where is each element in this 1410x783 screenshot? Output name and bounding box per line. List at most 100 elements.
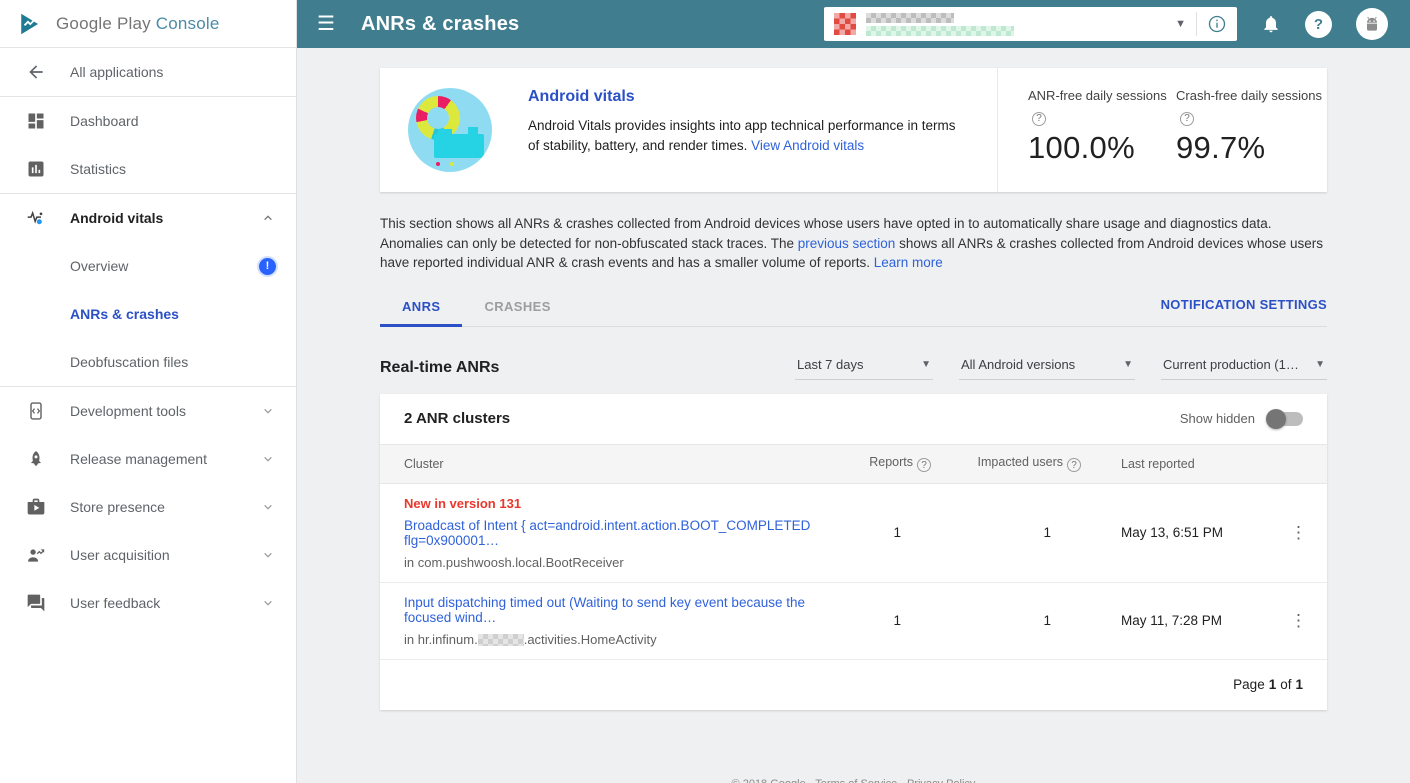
vitals-title: Android vitals [528, 88, 635, 105]
vitals-illustration-wrap [380, 68, 520, 192]
android-version-filter[interactable]: All Android versions ▼ [959, 353, 1135, 380]
impacted-users-count: 1 [1043, 613, 1051, 628]
stat-label: Crash-free daily sessions? [1176, 88, 1322, 126]
tabs-bar: ANRS CRASHES NOTIFICATION SETTINGS [380, 289, 1327, 327]
help-circle-icon[interactable]: ? [1032, 111, 1046, 126]
cluster-title-link[interactable]: Broadcast of Intent { act=android.intent… [404, 518, 815, 548]
sidebar-item-all-applications[interactable]: All applications [0, 48, 296, 96]
sidebar-item-label: All applications [70, 64, 164, 80]
topbar: ☰ ANRs & crashes ▼ ? [297, 0, 1410, 48]
app-selector-dropdown[interactable]: ▼ [824, 7, 1237, 41]
tab-crashes[interactable]: CRASHES [462, 299, 572, 326]
sidebar-item-android-vitals[interactable]: Android vitals [0, 194, 296, 242]
show-hidden-control: Show hidden [1179, 408, 1303, 429]
tab-anrs[interactable]: ANRS [380, 299, 463, 327]
row-overflow-menu-icon[interactable]: ⋮ [1271, 611, 1327, 631]
view-android-vitals-link[interactable]: View Android vitals [751, 138, 864, 153]
new-alert-badge-icon: ! [259, 257, 276, 275]
statistics-icon [28, 161, 44, 177]
help-circle-icon[interactable]: ? [1180, 111, 1194, 126]
info-icon[interactable] [1207, 14, 1227, 34]
show-hidden-toggle[interactable] [1266, 408, 1303, 429]
play-logo-icon [21, 13, 39, 34]
topbar-right-group: ▼ ? [824, 7, 1388, 41]
sidebar-item-release-management[interactable]: Release management [0, 435, 296, 483]
bell-icon [1264, 16, 1278, 33]
sidebar-item-label: User acquisition [70, 547, 170, 563]
cluster-cell: New in version 131 Broadcast of Intent {… [380, 496, 831, 570]
decorative-dot [450, 162, 454, 166]
sidebar-subitem-anrs-crashes[interactable]: ANRs & crashes [0, 290, 296, 338]
help-circle-icon[interactable]: ? [1067, 458, 1081, 473]
brand-text: Google Play Console [56, 13, 220, 33]
rocket-icon [31, 451, 41, 467]
bar-chart-graphic [434, 127, 484, 158]
avatar-circle [1356, 8, 1388, 40]
new-in-version-badge: New in version 131 [404, 495, 522, 511]
sidebar-item-user-feedback[interactable]: User feedback [0, 579, 296, 627]
last-reported-date: May 13, 6:51 PM [1121, 525, 1224, 540]
sidebar-subitem-deobfuscation-files[interactable]: Deobfuscation files [0, 338, 296, 386]
column-header-last-reported: Last reported [1121, 456, 1195, 471]
row-overflow-menu-icon[interactable]: ⋮ [1271, 523, 1327, 543]
filter-value: All Android versions [961, 356, 1076, 372]
redacted-text-block [866, 12, 954, 23]
sidebar-item-label: Development tools [70, 403, 186, 419]
cluster-title-link[interactable]: Input dispatching timed out (Waiting to … [404, 595, 815, 625]
learn-more-link[interactable]: Learn more [874, 255, 943, 270]
last-reported-date: May 11, 7:28 PM [1121, 613, 1223, 628]
section-info-paragraph: This section shows all ANRs & crashes co… [380, 214, 1327, 273]
sidebar-item-statistics[interactable]: Statistics [0, 145, 296, 193]
filter-value: Last 7 days [797, 356, 864, 372]
sidebar-item-label: Dashboard [70, 113, 139, 129]
sidebar-item-development-tools[interactable]: Development tools [0, 387, 296, 435]
crash-free-stat: Crash-free daily sessions? 99.7% [1176, 86, 1324, 192]
chevron-down-icon [264, 600, 272, 606]
hamburger-menu-icon[interactable]: ☰ [317, 14, 335, 34]
anr-clusters-panel: 2 ANR clusters Show hidden Cluster Repor… [380, 393, 1327, 710]
sidebar-item-label: Deobfuscation files [70, 354, 189, 370]
panel-header: 2 ANR clusters Show hidden [380, 394, 1327, 444]
page-footer-clipped: © 2018 Google · Terms of Service · Priva… [297, 774, 1410, 783]
page-title: ANRs & crashes [360, 12, 520, 35]
realtime-anrs-heading: Real-time ANRs [380, 358, 500, 376]
notifications-bell-button[interactable] [1261, 14, 1281, 34]
dropdown-caret-icon: ▼ [921, 358, 931, 370]
sidebar: Google Play Console All applications Das… [0, 0, 297, 783]
pagination-label: Page [1233, 677, 1265, 692]
column-header-cluster: Cluster [404, 456, 444, 471]
toggle-knob [1266, 408, 1286, 429]
sidebar-item-store-presence[interactable]: Store presence [0, 483, 296, 531]
stat-label: ANR-free daily sessions? [1028, 88, 1167, 126]
google-play-console-logo[interactable]: Google Play Console [0, 0, 296, 48]
sidebar-item-user-acquisition[interactable]: User acquisition [0, 531, 296, 579]
vitals-illustration [408, 88, 492, 172]
vitals-stats: ANR-free daily sessions? 100.0% Crash-fr… [997, 68, 1327, 192]
content-column: Android vitals Android Vitals provides i… [380, 68, 1327, 710]
stat-value: 99.7% [1176, 129, 1266, 165]
sidebar-item-label: ANRs & crashes [70, 306, 179, 322]
dropdown-caret-icon: ▼ [1123, 358, 1133, 370]
back-arrow-icon [29, 65, 43, 79]
impacted-users-count: 1 [1043, 525, 1051, 540]
show-hidden-label: Show hidden [1179, 411, 1255, 426]
notification-settings-button[interactable]: NOTIFICATION SETTINGS [1161, 297, 1327, 326]
previous-section-link[interactable]: previous section [798, 236, 896, 251]
filters-group: Last 7 days ▼ All Android versions ▼ Cur… [795, 353, 1327, 380]
sidebar-item-dashboard[interactable]: Dashboard [0, 97, 296, 145]
stat-value: 100.0% [1028, 129, 1135, 165]
pagination-of: of [1280, 677, 1292, 692]
app-version-filter[interactable]: Current production (1… ▼ [1161, 353, 1327, 380]
account-avatar[interactable] [1356, 8, 1388, 40]
date-range-filter[interactable]: Last 7 days ▼ [795, 353, 933, 380]
redacted-text-block [866, 25, 1014, 36]
help-button[interactable]: ? [1305, 10, 1332, 38]
decorative-dot [480, 160, 484, 164]
cluster-location: in hr.infinum. .activities.HomeActivity [404, 631, 657, 647]
sidebar-item-label: Overview [70, 258, 129, 274]
sidebar-subitem-overview[interactable]: Overview ! [0, 242, 296, 290]
help-circle-icon[interactable]: ? [917, 458, 931, 473]
reports-count: 1 [893, 525, 901, 540]
chevron-down-icon [264, 552, 272, 558]
table-row: Input dispatching timed out (Waiting to … [380, 583, 1327, 660]
